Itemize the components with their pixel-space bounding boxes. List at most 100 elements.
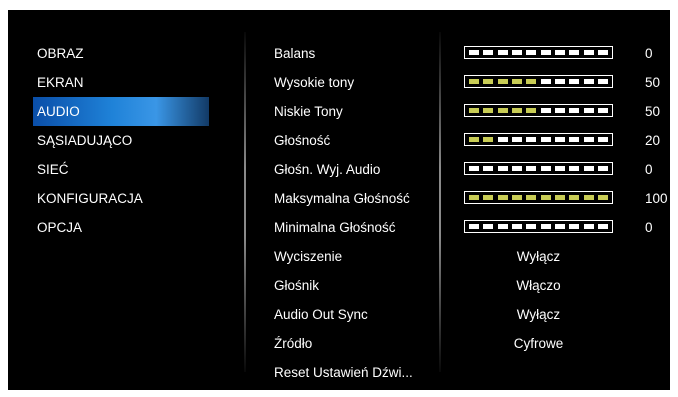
slider-segment xyxy=(597,50,608,55)
menu-item-opcja[interactable]: OPCJA xyxy=(37,213,209,242)
slider-segment xyxy=(511,79,522,84)
slider-segment xyxy=(583,195,594,200)
slider-segment xyxy=(511,224,522,229)
setting-label-zrodlo[interactable]: Źródło xyxy=(274,329,434,358)
slider-segment xyxy=(540,166,551,171)
slider-segment xyxy=(540,137,551,142)
level-slider[interactable] xyxy=(464,220,613,233)
slider-segment xyxy=(497,195,508,200)
setting-value-row: Wyłącz xyxy=(464,242,664,271)
slider-segment xyxy=(569,137,580,142)
slider-segment xyxy=(569,195,580,200)
slider-segment xyxy=(526,50,537,55)
level-slider[interactable] xyxy=(464,46,613,59)
slider-segment xyxy=(526,137,537,142)
slider-value: 50 xyxy=(645,104,661,119)
slider-segment xyxy=(526,79,537,84)
audio-settings-values: 0 50 50 20 0 100 0 Wyłącz Włączo Wyłącz Cyfrowe xyxy=(464,39,668,387)
setting-label-glosnosc[interactable]: Głośność xyxy=(274,126,434,155)
setting-value-row: 0 xyxy=(464,213,664,242)
slider-value: 20 xyxy=(645,133,661,148)
setting-label-glosnik[interactable]: Głośnik xyxy=(274,271,434,300)
audio-settings-labels: Balans Wysokie tony Niskie Tony Głośność… xyxy=(274,39,434,387)
slider-segment xyxy=(554,224,565,229)
slider-segment xyxy=(583,224,594,229)
slider-segment xyxy=(597,195,608,200)
menu-divider xyxy=(244,32,246,372)
slider-value: 50 xyxy=(645,75,661,90)
slider-segment xyxy=(469,79,479,84)
setting-label-maksymalna-glosnosc[interactable]: Maksymalna Głośność xyxy=(274,184,434,213)
slider-segment xyxy=(569,108,580,113)
slider-segment xyxy=(597,79,608,84)
slider-segment xyxy=(540,224,551,229)
slider-segment xyxy=(497,137,508,142)
slider-segment xyxy=(511,195,522,200)
slider-segment xyxy=(511,50,522,55)
slider-segment xyxy=(497,166,508,171)
option-value[interactable]: Cyfrowe xyxy=(464,329,613,358)
osd-panel: OBRAZ EKRAN AUDIO SĄSIADUJĄCO SIEĆ KONFI… xyxy=(8,10,670,390)
level-slider[interactable] xyxy=(464,162,613,175)
setting-label-niskie-tony[interactable]: Niskie Tony xyxy=(274,97,434,126)
slider-segment xyxy=(469,166,479,171)
setting-label-reset[interactable]: Reset Ustawień Dźwi... xyxy=(274,358,434,387)
setting-label-wyciszenie[interactable]: Wyciszenie xyxy=(274,242,434,271)
slider-segment xyxy=(583,50,594,55)
slider-segment xyxy=(497,224,508,229)
slider-segment xyxy=(483,108,494,113)
slider-segment xyxy=(554,108,565,113)
slider-segment xyxy=(540,79,551,84)
menu-item-obraz[interactable]: OBRAZ xyxy=(37,39,209,68)
menu-item-audio[interactable]: AUDIO xyxy=(33,97,209,126)
setting-label-minimalna-glosnosc[interactable]: Minimalna Głośność xyxy=(274,213,434,242)
slider-segment xyxy=(469,108,479,113)
main-menu: OBRAZ EKRAN AUDIO SĄSIADUJĄCO SIEĆ KONFI… xyxy=(33,39,209,242)
level-slider[interactable] xyxy=(464,75,613,88)
menu-item-ekran[interactable]: EKRAN xyxy=(37,68,209,97)
slider-segment xyxy=(540,195,551,200)
setting-value-row xyxy=(464,358,664,387)
setting-value-row: Włączo xyxy=(464,271,664,300)
menu-item-siec[interactable]: SIEĆ xyxy=(37,155,209,184)
setting-label-glosn-wyj-audio[interactable]: Głośn. Wyj. Audio xyxy=(274,155,434,184)
slider-segment xyxy=(526,224,537,229)
slider-segment xyxy=(526,108,537,113)
option-value[interactable]: Włączo xyxy=(464,271,613,300)
slider-segment xyxy=(497,79,508,84)
slider-segment xyxy=(569,50,580,55)
slider-segment xyxy=(469,224,479,229)
slider-segment xyxy=(483,224,494,229)
slider-segment xyxy=(554,50,565,55)
level-slider[interactable] xyxy=(464,104,613,117)
slider-segment xyxy=(597,137,608,142)
slider-segment xyxy=(597,224,608,229)
slider-segment xyxy=(569,224,580,229)
setting-value-row: Wyłącz xyxy=(464,300,664,329)
setting-label-wysokie-tony[interactable]: Wysokie tony xyxy=(274,68,434,97)
slider-segment xyxy=(540,108,551,113)
slider-segment xyxy=(554,195,565,200)
option-value[interactable]: Wyłącz xyxy=(464,242,613,271)
setting-value-row: 100 xyxy=(464,184,668,213)
setting-value-row: 0 xyxy=(464,155,664,184)
setting-label-balans[interactable]: Balans xyxy=(274,39,434,68)
slider-segment xyxy=(526,195,537,200)
setting-value-row: 50 xyxy=(464,68,664,97)
level-slider[interactable] xyxy=(464,191,613,204)
option-value[interactable]: Wyłącz xyxy=(464,300,613,329)
slider-segment xyxy=(511,166,522,171)
setting-value-row: 0 xyxy=(464,39,664,68)
setting-label-audio-out-sync[interactable]: Audio Out Sync xyxy=(274,300,434,329)
level-slider[interactable] xyxy=(464,133,613,146)
slider-segment xyxy=(540,50,551,55)
menu-item-sasiadujaco[interactable]: SĄSIADUJĄCO xyxy=(37,126,209,155)
slider-segment xyxy=(583,108,594,113)
menu-item-konfiguracja[interactable]: KONFIGURACJA xyxy=(37,184,209,213)
slider-segment xyxy=(483,137,494,142)
slider-segment xyxy=(554,79,565,84)
slider-segment xyxy=(497,108,508,113)
setting-value-row: Cyfrowe xyxy=(464,329,664,358)
slider-segment xyxy=(583,79,594,84)
slider-segment xyxy=(483,166,494,171)
